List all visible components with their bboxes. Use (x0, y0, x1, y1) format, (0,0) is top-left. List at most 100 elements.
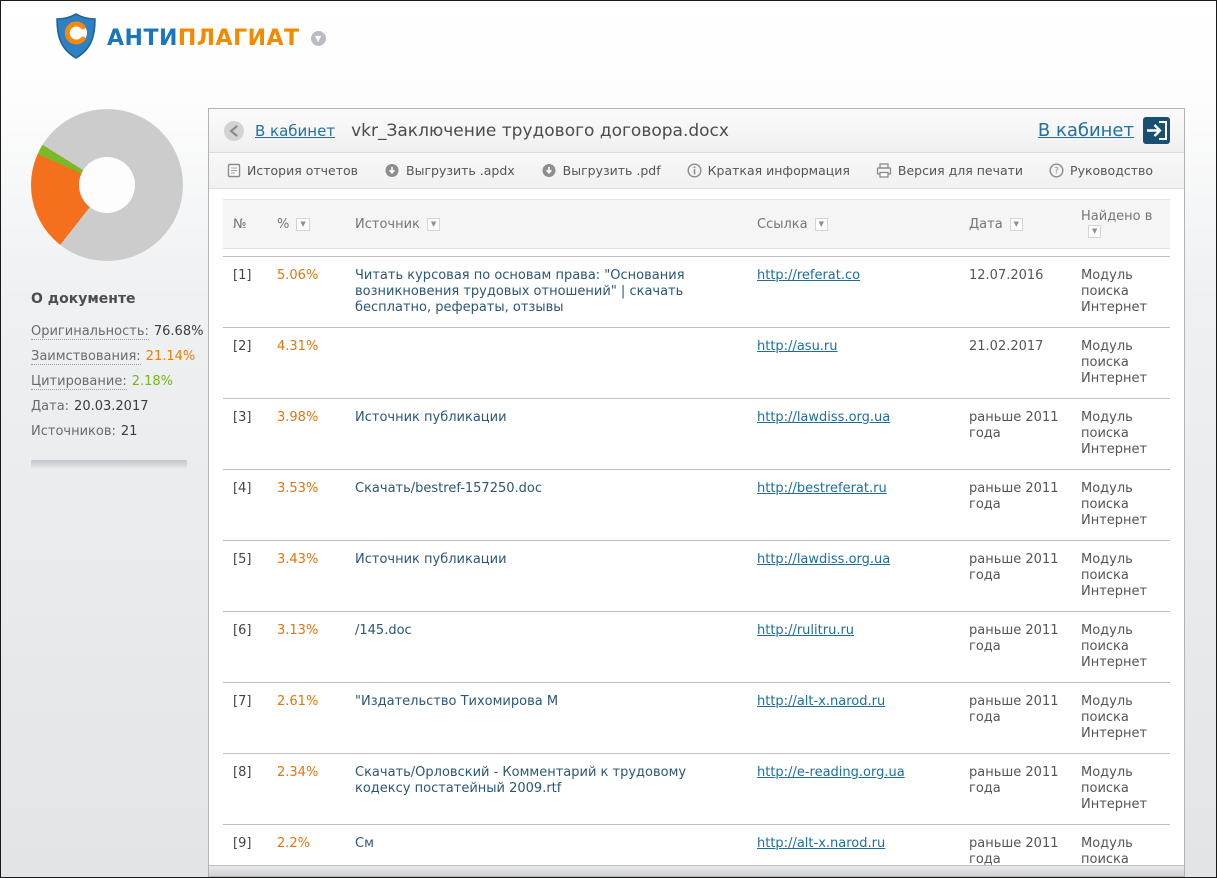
stat-date-value: 20.03.2017 (74, 399, 148, 414)
source-link[interactable]: http://lawdiss.org.ua (757, 552, 890, 567)
row-number: [1] (223, 257, 267, 328)
logo-text-orange: ПЛАГИАТ (178, 26, 300, 51)
document-sidebar: О документе Оригинальность:76.68% Заимст… (31, 109, 191, 470)
sidebar-divider (31, 460, 187, 470)
toolbar-export-pdf[interactable]: Выгрузить .pdf (541, 163, 661, 178)
toolbar-label: Версия для печати (898, 163, 1023, 178)
row-number: [8] (223, 754, 267, 825)
table-row: [8] 2.34% Скачать/Орловский - Комментари… (223, 754, 1170, 825)
source-link[interactable]: http://rulitru.ru (757, 623, 854, 638)
stat-borrowings: Заимствования:21.14% (31, 344, 191, 369)
row-number: [6] (223, 612, 267, 683)
column-percent[interactable]: %▼ (267, 200, 345, 249)
horizontal-scrollbar-track[interactable] (209, 865, 1184, 876)
row-date: раньше 2011 года (959, 470, 1071, 541)
source-link[interactable]: http://referat.co (757, 268, 860, 283)
exit-to-cabinet-icon[interactable] (1143, 117, 1170, 144)
stat-borrowings-value: 21.14% (146, 349, 196, 364)
source-link[interactable]: http://bestreferat.ru (757, 481, 887, 496)
table-spacer (223, 249, 1170, 257)
row-date: раньше 2011 года (959, 399, 1071, 470)
column-number: № (223, 200, 267, 249)
source-link[interactable]: http://alt-x.narod.ru (757, 694, 885, 709)
stat-originality-label[interactable]: Оригинальность: (31, 324, 149, 340)
row-source: "Издательство Тихомирова М (345, 683, 747, 754)
column-found-in[interactable]: Найдено в▼ (1071, 200, 1170, 249)
stat-citation: Цитирование: 2.18% (31, 369, 191, 394)
table-row: [3] 3.98% Источник публикации http://law… (223, 399, 1170, 470)
about-document-title: О документе (31, 291, 191, 307)
cabinet-link[interactable]: В кабинет (1038, 120, 1134, 141)
toolbar-print-version[interactable]: Версия для печати (876, 163, 1023, 178)
stat-citation-value: 2.18% (132, 374, 173, 389)
row-link-cell: http://bestreferat.ru (747, 470, 959, 541)
row-found-in: Модуль поиска Интернет (1071, 470, 1170, 541)
stat-sources-count: Источников:21 (31, 419, 191, 444)
column-label: Источник (355, 217, 420, 232)
toolbar-label: История отчетов (247, 163, 358, 178)
column-link[interactable]: Ссылка▼ (747, 200, 959, 249)
stat-date: Дата: 20.03.2017 (31, 394, 191, 419)
logo-text-blue: АНТИ (107, 26, 178, 51)
sort-arrow-icon[interactable]: ▼ (427, 218, 440, 231)
page: АНТИПЛАГИАТ ▼ О документе Оригинальность… (0, 0, 1217, 878)
sort-arrow-icon[interactable]: ▼ (1010, 218, 1023, 231)
toolbar-brief-info[interactable]: Краткая информация (687, 163, 850, 178)
source-link[interactable]: http://e-reading.org.ua (757, 765, 905, 780)
row-date: раньше 2011 года (959, 541, 1071, 612)
donut-hole (79, 157, 135, 213)
row-percent: 3.43% (267, 541, 345, 612)
row-date: 21.02.2017 (959, 328, 1071, 399)
toolbar-label: Руководство (1070, 163, 1153, 178)
sort-arrow-icon[interactable]: ▼ (1088, 225, 1101, 238)
stat-date-label: Дата: (31, 399, 69, 414)
toolbar-guide[interactable]: ? Руководство (1049, 163, 1153, 178)
cabinet-back-link[interactable]: В кабинет (255, 122, 335, 140)
document-stats: Оригинальность:76.68% Заимствования:21.1… (31, 319, 191, 444)
row-percent: 3.13% (267, 612, 345, 683)
document-donut-chart (31, 109, 183, 261)
row-percent: 2.34% (267, 754, 345, 825)
table-row: [5] 3.43% Источник публикации http://law… (223, 541, 1170, 612)
report-panel: В кабинет vkr_Заключение трудового догов… (208, 108, 1185, 877)
toolbar-export-apdx[interactable]: Выгрузить .apdx (384, 163, 515, 178)
logo-dropdown-icon[interactable]: ▼ (311, 31, 326, 46)
stat-borrowings-label[interactable]: Заимствования: (31, 349, 141, 365)
source-link[interactable]: http://asu.ru (757, 339, 838, 354)
row-date: раньше 2011 года (959, 683, 1071, 754)
report-history-icon (227, 163, 241, 178)
toolbar-label: Выгрузить .apdx (406, 163, 515, 178)
header-right: В кабинет (1038, 117, 1170, 144)
row-source: Источник публикации (345, 541, 747, 612)
sort-arrow-icon[interactable]: ▼ (815, 218, 828, 231)
table-row: [2] 4.31% http://asu.ru 21.02.2017 Модул… (223, 328, 1170, 399)
document-title: vkr_Заключение трудового договора.docx (351, 121, 729, 141)
row-link-cell: http://e-reading.org.ua (747, 754, 959, 825)
report-header: В кабинет vkr_Заключение трудового догов… (209, 109, 1184, 153)
column-source[interactable]: Источник ▼ (345, 200, 747, 249)
row-source: Скачать/bestref-157250.doc (345, 470, 747, 541)
help-icon: ? (1049, 163, 1064, 178)
row-link-cell: http://lawdiss.org.ua (747, 541, 959, 612)
stat-originality-value: 76.68% (154, 324, 204, 339)
source-link[interactable]: http://lawdiss.org.ua (757, 410, 890, 425)
row-number: [2] (223, 328, 267, 399)
row-number: [7] (223, 683, 267, 754)
row-date: раньше 2011 года (959, 612, 1071, 683)
column-date[interactable]: Дата▼ (959, 200, 1071, 249)
column-label: % (277, 217, 289, 232)
sort-arrow-icon[interactable]: ▼ (296, 218, 309, 231)
stat-citation-label[interactable]: Цитирование: (31, 374, 127, 390)
row-source: Скачать/Орловский - Комментарий к трудов… (345, 754, 747, 825)
source-link[interactable]: http://alt-x.narod.ru (757, 836, 885, 851)
row-percent: 3.98% (267, 399, 345, 470)
back-arrow-icon[interactable] (223, 120, 245, 142)
svg-text:?: ? (1054, 167, 1059, 177)
row-found-in: Модуль поиска Интернет (1071, 399, 1170, 470)
row-found-in: Модуль поиска Интернет (1071, 612, 1170, 683)
row-source: Читать курсовая по основам права: "Основ… (345, 257, 747, 328)
toolbar-report-history[interactable]: История отчетов (227, 163, 358, 178)
row-percent: 3.53% (267, 470, 345, 541)
report-toolbar: История отчетов Выгрузить .apdx Выгрузит… (209, 153, 1184, 189)
row-number: [5] (223, 541, 267, 612)
